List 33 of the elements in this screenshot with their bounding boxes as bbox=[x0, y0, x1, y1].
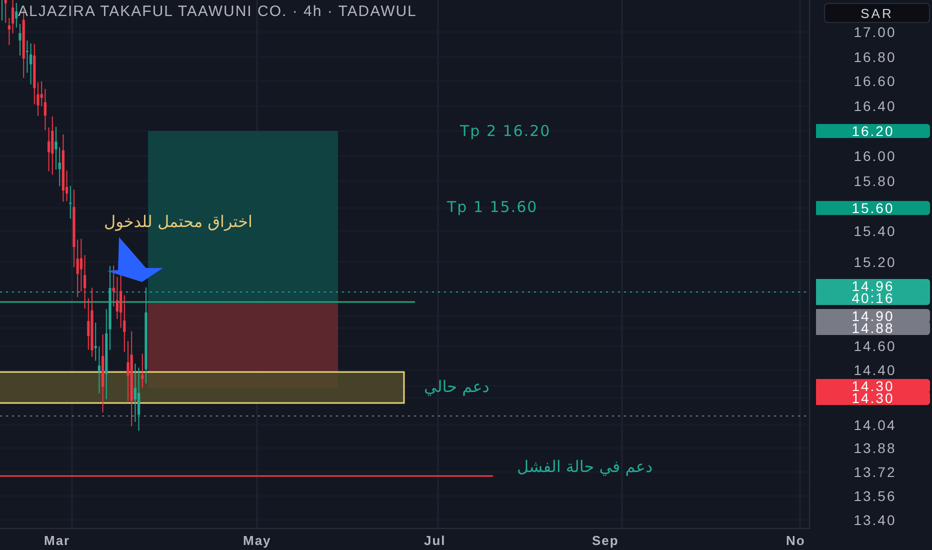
price-label: 16.00 bbox=[852, 149, 898, 163]
chart-annotation: Tp 2 16.20 bbox=[460, 122, 551, 140]
price-label: 14.40 bbox=[852, 363, 898, 377]
time-label: Mar bbox=[44, 533, 70, 548]
time-label: No bbox=[786, 533, 806, 548]
arrow-icon bbox=[107, 237, 163, 282]
price-badge: 14.96 40:16 bbox=[816, 279, 930, 305]
price-label: 15.80 bbox=[852, 174, 898, 188]
chart-title: ALJAZIRA TAKAFUL TAAWUNI CO. · 4h · TADAWUL bbox=[18, 3, 417, 20]
price-label: 15.40 bbox=[852, 224, 898, 238]
price-label: 16.40 bbox=[852, 99, 898, 113]
price-label: 17.00 bbox=[852, 25, 898, 39]
time-label: Jul bbox=[424, 533, 446, 548]
chart-annotation: دعم في حالة الفشل bbox=[517, 457, 653, 476]
price-label: 13.72 bbox=[852, 465, 898, 479]
price-badge: 14.88 bbox=[816, 321, 930, 335]
price-label: 16.80 bbox=[852, 50, 898, 64]
price-label: 14.04 bbox=[852, 418, 898, 432]
price-badge: 14.30 bbox=[816, 391, 930, 405]
chart-annotation: اختراق محتمل للدخول bbox=[104, 212, 252, 231]
price-label: 15.20 bbox=[852, 255, 898, 269]
price-badge: 16.20 bbox=[816, 124, 930, 138]
price-label: 14.60 bbox=[852, 339, 898, 353]
price-label: 16.60 bbox=[852, 74, 898, 88]
currency-button[interactable]: SAR bbox=[824, 3, 930, 23]
chart-annotation: Tp 1 15.60 bbox=[447, 198, 538, 216]
price-label: 13.56 bbox=[852, 489, 898, 503]
price-badge: 15.60 bbox=[816, 201, 930, 215]
time-label: Sep bbox=[592, 533, 619, 548]
chart-annotation: دعم حالي bbox=[424, 377, 490, 396]
time-label: May bbox=[243, 533, 272, 548]
price-label: 13.40 bbox=[852, 513, 898, 527]
price-label: 13.88 bbox=[852, 441, 898, 455]
